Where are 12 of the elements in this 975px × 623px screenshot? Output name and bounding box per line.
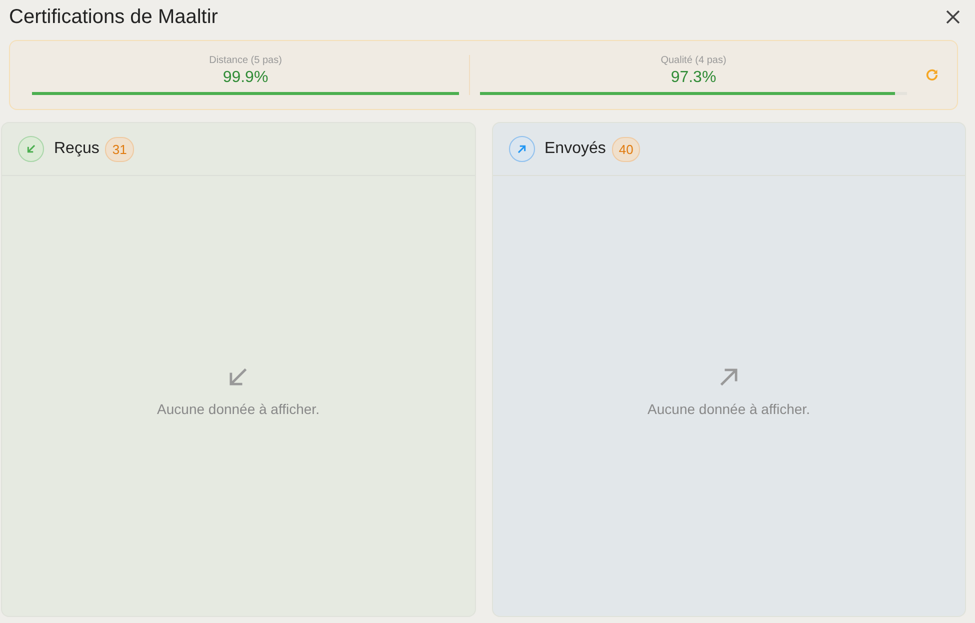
empty-message: Aucune donnée à afficher. [157,401,320,417]
stat-label: Distance (5 pas) [209,55,282,66]
close-icon[interactable] [944,8,962,26]
stat-label: Qualité (4 pas) [660,55,726,66]
stat-value: 99.9% [222,69,268,87]
count-badge: 40 [612,136,640,162]
window-title: Certifications de Maaltir [9,6,218,28]
count-badge: 31 [105,136,134,162]
stat-value: 97.3% [670,69,716,87]
panel-title: Envoyés [544,140,606,158]
empty-message: Aucune donnée à afficher. [648,401,810,417]
panel-title: Reçus [54,140,100,158]
